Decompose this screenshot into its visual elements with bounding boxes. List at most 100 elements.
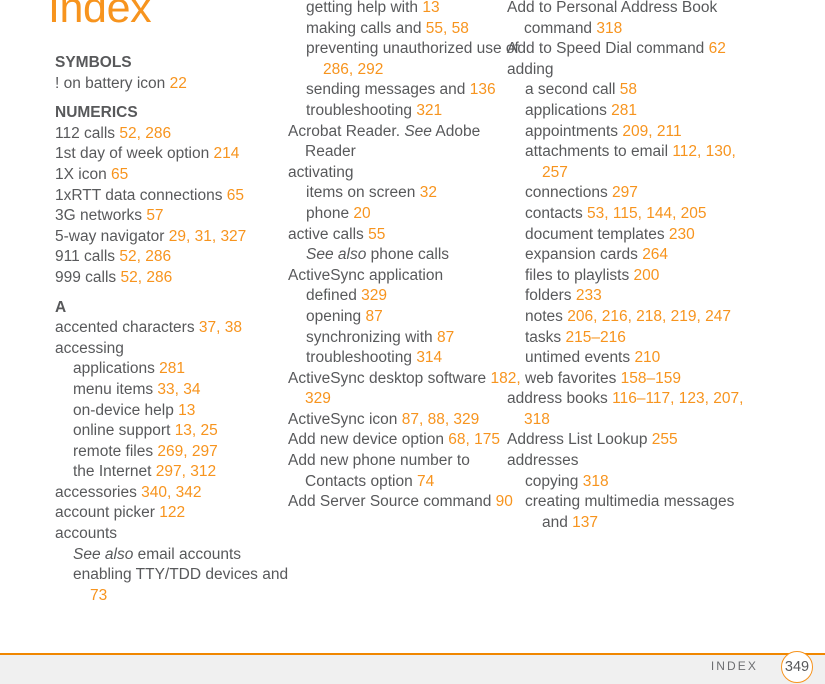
index-entry: attachments to email 112, 130, 257 (525, 143, 736, 181)
page-reference[interactable]: 87 (365, 308, 382, 325)
index-entry: 1st day of week option 214 (55, 145, 240, 163)
page-reference[interactable]: 215–216 (565, 329, 625, 346)
page-reference[interactable]: 87, 88, 329 (402, 411, 480, 428)
page-reference[interactable]: 52, 286 (119, 248, 171, 265)
page-reference[interactable]: 329 (361, 287, 387, 304)
index-entry: troubleshooting 314 (306, 349, 443, 367)
page-reference[interactable]: 321 (416, 102, 442, 119)
index-section-heading: A (55, 298, 67, 316)
page-reference[interactable]: 158–159 (621, 370, 681, 387)
page-reference[interactable]: 297 (612, 184, 638, 201)
page-reference[interactable]: 233 (576, 287, 602, 304)
index-entry: phone 20 (306, 204, 371, 222)
page-reference[interactable]: 33, 34 (157, 381, 200, 398)
page-reference[interactable]: 87 (437, 329, 454, 346)
page-reference[interactable]: 210 (634, 349, 660, 366)
page-reference[interactable]: 65 (227, 187, 244, 204)
index-entry: menu items 33, 34 (73, 380, 201, 398)
see-label: See (404, 122, 432, 140)
index-section-heading: SYMBOLS (55, 54, 132, 71)
index-entry: on-device help 13 (73, 401, 196, 419)
page-reference[interactable]: 13, 25 (175, 422, 218, 439)
index-entry: defined 329 (306, 287, 388, 305)
index-entry: copying 318 (525, 472, 609, 490)
index-entry: 5-way navigator 29, 31, 327 (55, 227, 247, 245)
page-footer (0, 653, 825, 684)
page-reference[interactable]: 29, 31, 327 (169, 228, 247, 245)
page-reference[interactable]: 281 (159, 360, 185, 377)
index-entry: 112 calls 52, 286 (55, 124, 172, 142)
index-page: Index SYMBOLS! on battery icon 22 NUMERIC… (0, 0, 825, 684)
page-number-badge: 349 (781, 651, 813, 683)
page-reference[interactable]: 55 (368, 226, 385, 243)
page-reference[interactable]: 57 (146, 207, 163, 224)
index-entry: Add to Personal Address Book command 318 (507, 0, 718, 37)
page-reference[interactable]: 286, 292 (323, 61, 383, 78)
index-entry: document templates 230 (525, 225, 695, 243)
page-reference[interactable]: 255 (652, 431, 678, 448)
index-entry: 911 calls 52, 286 (55, 248, 172, 266)
index-entry: See also phone calls (306, 246, 450, 264)
footer-rule (0, 653, 825, 655)
page-reference[interactable]: 112, 130, 257 (542, 143, 736, 181)
page-reference[interactable]: 55, 58 (426, 20, 469, 37)
page-reference[interactable]: 122 (159, 504, 185, 521)
index-column-3-content: Add to Personal Address Book command 318… (507, 0, 750, 533)
page-reference[interactable]: 20 (353, 205, 370, 222)
index-entry: web favorites 158–159 (525, 369, 681, 387)
index-entry: synchronizing with 87 (306, 328, 455, 346)
page-reference[interactable]: 136 (470, 81, 496, 98)
index-entry: 999 calls 52, 286 (55, 268, 173, 286)
page-reference[interactable]: 297, 312 (156, 463, 216, 480)
index-entry: a second call 58 (525, 81, 638, 99)
index-entry: enabling TTY/TDD devices and 73 (73, 566, 289, 604)
page-reference[interactable]: 200 (634, 267, 660, 284)
page-reference[interactable]: 73 (90, 587, 107, 604)
index-column-1-content: SYMBOLS ! on battery icon 22 NUMERICS 112 c… (55, 0, 298, 606)
page-reference[interactable]: 52, 286 (119, 125, 171, 142)
footer-section-label: INDEX (710, 659, 758, 673)
page-reference[interactable]: 318 (596, 20, 622, 37)
page-reference[interactable]: 74 (417, 473, 434, 490)
page-reference[interactable]: 137 (572, 514, 598, 531)
page-reference[interactable]: 32 (420, 184, 437, 201)
page-reference[interactable]: 264 (642, 246, 668, 263)
page-reference[interactable]: 214 (214, 145, 240, 162)
page-reference[interactable]: 58 (620, 81, 637, 98)
index-entry: Address List Lookup 255 (507, 431, 678, 449)
page-reference[interactable]: 230 (669, 226, 695, 243)
page-reference[interactable]: 62 (709, 40, 726, 57)
index-entry: active calls 55 (288, 225, 386, 243)
page-reference[interactable]: 65 (111, 166, 128, 183)
index-entry: items on screen 32 (306, 184, 437, 202)
page-reference[interactable]: 209, 211 (622, 123, 681, 140)
page-reference[interactable]: 52, 286 (120, 269, 172, 286)
page-reference[interactable]: 53, 115, 144, 205 (587, 205, 707, 222)
index-entry: Add new phone number to Contacts option … (288, 452, 470, 490)
index-entry: Add Server Source command 90 (288, 493, 513, 511)
see-also-label: See also (306, 246, 367, 264)
page-reference[interactable]: 13 (422, 0, 439, 16)
page-reference[interactable]: 116–117, 123, 207, 318 (524, 390, 743, 428)
index-entry: Acrobat Reader. See Adobe Reader (288, 122, 481, 161)
index-column-1: SYMBOLS ! on battery icon 22 NUMERICS 112 c… (55, 0, 298, 606)
page-reference[interactable]: 269, 297 (157, 443, 217, 460)
page-reference[interactable]: 281 (611, 102, 637, 119)
page-reference[interactable]: 182, 329 (305, 370, 521, 408)
index-entry: expansion cards 264 (525, 246, 669, 264)
page-reference[interactable]: 318 (583, 473, 609, 490)
index-entry: ! on battery icon 22 (55, 74, 187, 92)
index-section-heading: NUMERICS (55, 104, 138, 122)
page-reference[interactable]: 68, 175 (448, 431, 500, 448)
index-entry: files to playlists 200 (525, 266, 660, 284)
page-reference[interactable]: 314 (416, 349, 442, 366)
page-reference[interactable]: 37, 38 (199, 319, 242, 336)
page-reference[interactable]: 206, 216, 218, 219, 247 (567, 308, 731, 325)
index-entry: ActiveSync desktop software 182, 329 (288, 369, 521, 408)
page-reference[interactable]: 340, 342 (141, 484, 201, 501)
page-reference[interactable]: 22 (170, 75, 187, 92)
page-reference[interactable]: 13 (178, 402, 195, 419)
index-entry: creating multimedia messages and 137 (525, 493, 735, 531)
index-entry: sending messages and 136 (306, 81, 496, 99)
index-entry: accounts (55, 525, 118, 543)
